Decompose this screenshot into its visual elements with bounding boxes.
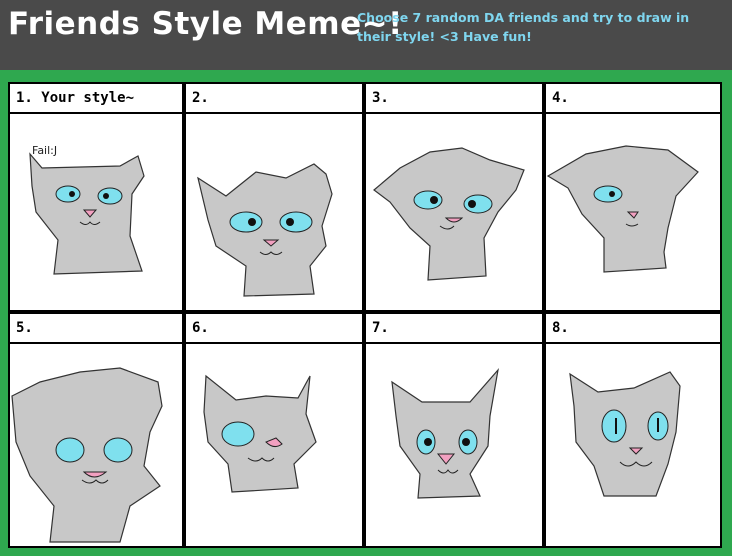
panel-2-label: 2. (186, 84, 362, 114)
instructions-text: Choose 7 random DA friends and try to dr… (357, 10, 690, 44)
panel-7: 7. (366, 314, 542, 546)
cat-drawing-7 (391, 367, 499, 499)
panel-5-label: 5. (10, 314, 182, 344)
panel-5: 5. (10, 314, 182, 546)
panel-1-label: 1. Your style~ (10, 84, 182, 114)
panel-8-artwork (546, 346, 720, 546)
panel-5-artwork (10, 346, 182, 546)
doodle-text: Fail:J (32, 144, 57, 157)
panel-8-label: 8. (546, 314, 720, 344)
meme-grid: 1. Your style~ Fail:J 2. 3. 4. 5. 6. 7. … (8, 82, 722, 548)
panel-4-label: 4. (546, 84, 720, 114)
panel-3: 3. (366, 84, 542, 310)
cat-drawing-6 (203, 374, 317, 493)
cat-drawing-8 (569, 371, 681, 497)
panel-7-label: 7. (366, 314, 542, 344)
page-title: Friends Style Meme~! (8, 6, 403, 42)
panel-1: 1. Your style~ Fail:J (10, 84, 182, 310)
panel-6: 6. (186, 314, 362, 546)
header-bar: Friends Style Meme~! Choose 7 random DA … (0, 0, 732, 70)
panel-1-artwork: Fail:J (10, 116, 182, 310)
cat-drawing-5 (11, 367, 163, 543)
panel-3-label: 3. (366, 84, 542, 114)
cat-drawing-3 (373, 147, 525, 281)
cat-drawing-1: Fail:J (29, 144, 145, 275)
cat-drawing-4 (546, 145, 699, 273)
panel-7-artwork (366, 346, 542, 546)
panel-8: 8. (546, 314, 720, 546)
panel-6-label: 6. (186, 314, 362, 344)
panel-6-artwork (186, 346, 362, 546)
panel-3-artwork (366, 116, 542, 310)
panel-2-artwork (186, 116, 362, 310)
panel-2: 2. (186, 84, 362, 310)
panel-4: 4. (546, 84, 720, 310)
panel-4-artwork (546, 116, 720, 310)
cat-drawing-2 (197, 163, 333, 297)
